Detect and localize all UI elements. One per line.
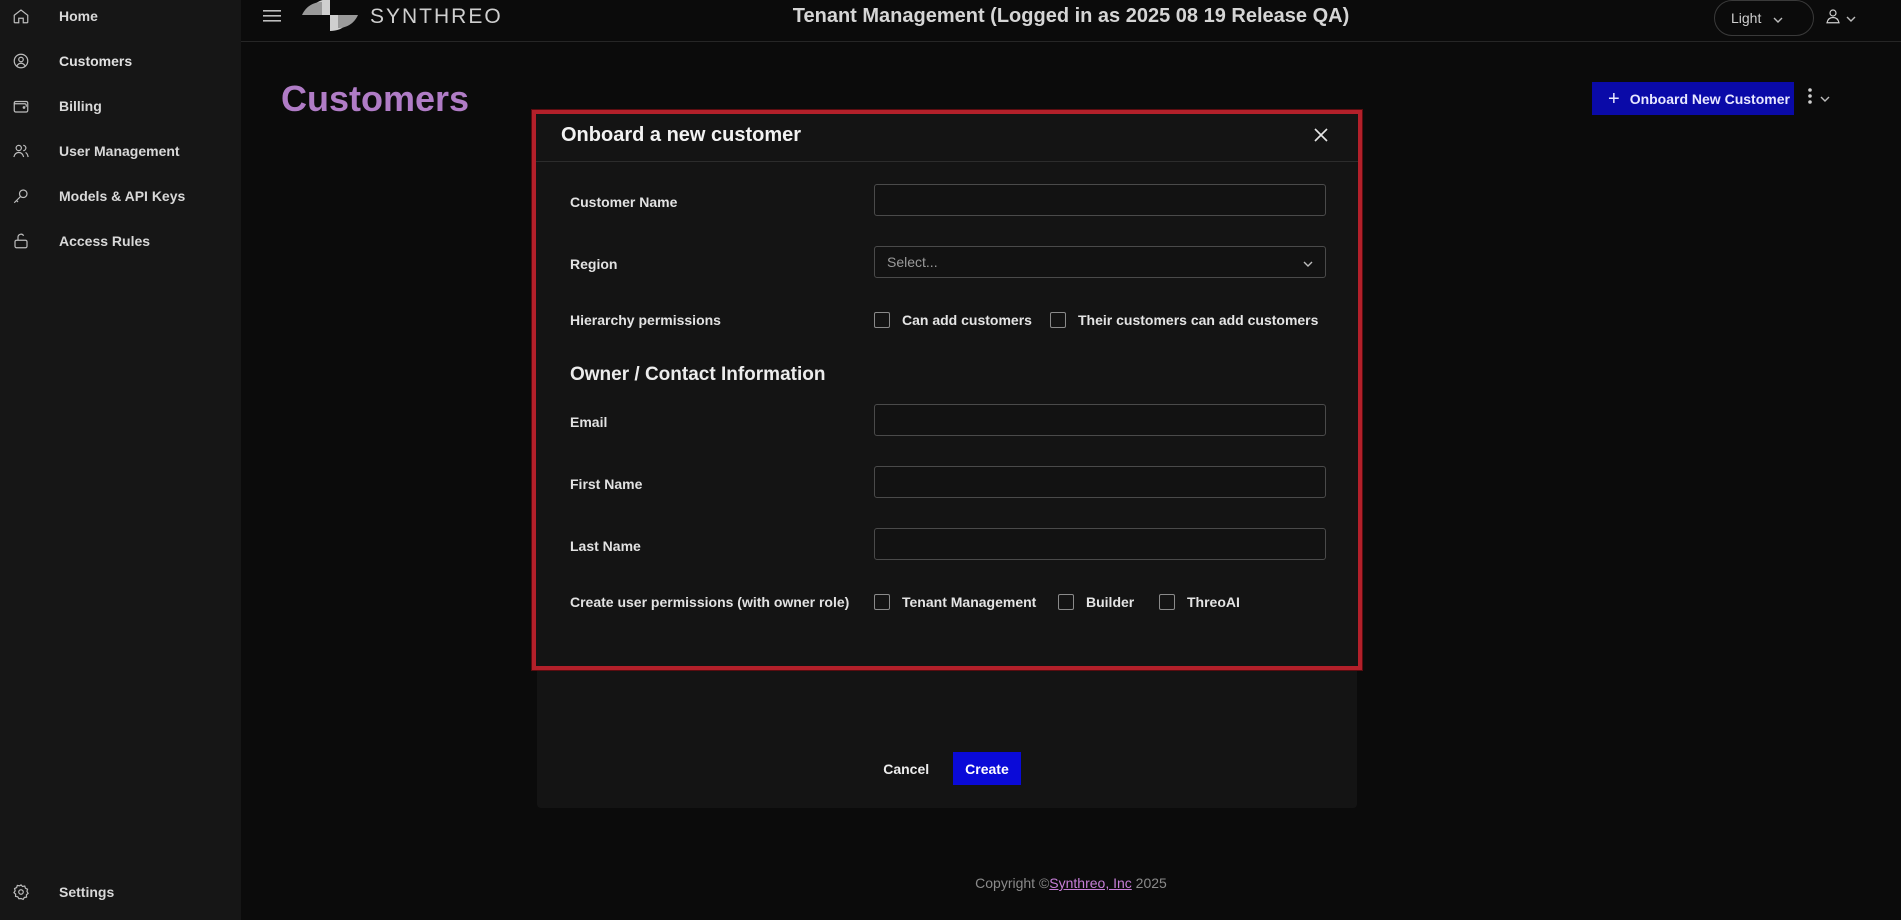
create-button[interactable]: Create [953,752,1021,785]
first-name-label: First Name [570,476,643,492]
sidebar: Home Customers Billing User Management M… [0,0,241,920]
owner-contact-section-title: Owner / Contact Information [570,364,826,385]
user-menu-button[interactable] [1824,6,1864,30]
checkbox-label: ThreoAI [1187,594,1240,610]
checkbox-box[interactable] [874,312,890,328]
chevron-down-icon [1773,10,1783,26]
theme-toggle-button[interactable]: Light [1714,0,1814,36]
sidebar-item-settings[interactable]: Settings [0,869,241,914]
last-name-label: Last Name [570,538,641,554]
region-select[interactable]: Select... [874,246,1326,278]
last-name-input[interactable] [874,528,1326,560]
customer-name-input[interactable] [874,184,1326,216]
sidebar-item-customers[interactable]: Customers [0,38,241,83]
copyright-year: 2025 [1131,875,1167,891]
sidebar-item-label: User Management [59,142,180,159]
footer-copyright: Copyright ©Synthreo, Inc 2025 [241,875,1901,891]
chevron-down-icon [1846,9,1856,27]
customer-name-label: Customer Name [570,194,678,210]
logo-text: SYNTHREO [370,5,503,28]
hierarchy-permissions-label: Hierarchy permissions [570,312,721,328]
sidebar-settings-label: Settings [59,883,115,900]
checkbox-box[interactable] [1058,594,1074,610]
page-title: Customers [281,78,470,119]
copyright-prefix: Copyright © [975,875,1050,891]
can-add-customers-checkbox[interactable]: Can add customers [874,312,1032,328]
checkbox-box[interactable] [1050,312,1066,328]
gear-icon [11,882,31,902]
chevron-down-icon [1820,89,1830,107]
wallet-icon [11,96,31,116]
modal-title: Onboard a new customer [561,124,802,146]
checkbox-box[interactable] [874,594,890,610]
user-icon [1824,7,1842,30]
onboard-customer-modal: Onboard a new customer Customer Name Reg… [532,110,1362,670]
sidebar-item-label: Home [59,7,98,24]
checkbox-label: Their customers can add customers [1078,312,1319,328]
user-permissions-label: Create user permissions (with owner role… [570,594,850,610]
close-icon [1313,127,1329,148]
customers-icon [11,51,31,71]
onboard-new-customer-button[interactable]: + Onboard New Customer [1592,82,1794,115]
onboard-button-label: Onboard New Customer [1629,90,1790,107]
home-icon [11,6,31,26]
plus-icon: + [1608,87,1620,110]
email-input[interactable] [874,404,1326,436]
more-options-button[interactable] [1808,86,1848,110]
sidebar-item-home[interactable]: Home [0,0,241,38]
hamburger-menu-button[interactable] [261,7,283,29]
checkbox-box[interactable] [1159,594,1175,610]
sidebar-item-label: Models & API Keys [59,187,186,204]
close-button[interactable] [1308,124,1334,150]
modal-actions: Cancel Create [537,752,1357,786]
cancel-button[interactable]: Cancel [873,752,939,785]
users-icon [11,141,31,161]
hamburger-icon [263,9,281,28]
top-header: SYNTHREO Tenant Management (Logged in as… [241,0,1901,42]
theme-label: Light [1731,10,1762,26]
checkbox-label: Can add customers [902,312,1032,328]
tenant-management-checkbox[interactable]: Tenant Management [874,594,1036,610]
sidebar-item-models-api-keys[interactable]: Models & API Keys [0,173,241,218]
builder-checkbox[interactable]: Builder [1058,594,1134,610]
threoai-checkbox[interactable]: ThreoAI [1159,594,1240,610]
sidebar-item-access-rules[interactable]: Access Rules [0,218,241,263]
modal-header: Onboard a new customer [536,114,1358,162]
email-label: Email [570,414,608,430]
checkbox-label: Builder [1086,594,1135,610]
checkbox-label: Tenant Management [902,594,1037,610]
chevron-down-icon [1303,254,1313,270]
key-icon [11,186,31,206]
synthreo-logo-icon [300,0,360,37]
sidebar-item-label: Customers [59,52,133,69]
region-label: Region [570,256,618,272]
kebab-icon [1808,87,1812,109]
synthreo-logo[interactable]: SYNTHREO [300,0,503,34]
sidebar-item-billing[interactable]: Billing [0,83,241,128]
unlock-icon [11,231,31,251]
sidebar-item-label: Access Rules [59,232,151,249]
synthreo-link[interactable]: Synthreo, Inc [1049,875,1132,891]
sidebar-item-label: Billing [59,97,102,114]
region-placeholder: Select... [887,254,938,270]
their-customers-can-add-checkbox[interactable]: Their customers can add customers [1050,312,1318,328]
sidebar-item-user-management[interactable]: User Management [0,128,241,173]
first-name-input[interactable] [874,466,1326,498]
